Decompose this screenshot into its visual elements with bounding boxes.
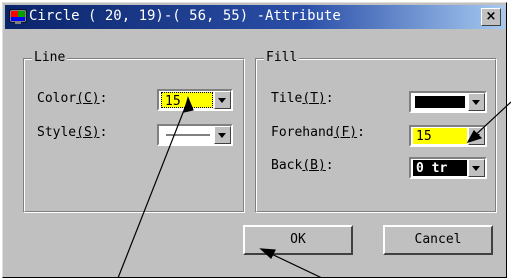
tile-select[interactable]	[409, 91, 487, 113]
forehand-value: 15	[413, 128, 467, 144]
style-select[interactable]	[157, 124, 233, 146]
cancel-button[interactable]: Cancel	[383, 225, 493, 255]
back-label: Back(B):	[271, 158, 334, 173]
back-value: 0 tr	[413, 160, 467, 176]
back-dropdown-arrow-icon[interactable]	[468, 159, 485, 177]
style-label: Style(S):	[37, 125, 108, 140]
tile-label: Tile(T):	[271, 91, 334, 106]
close-icon: ×	[485, 9, 497, 24]
tile-dropdown-arrow-icon[interactable]	[468, 93, 485, 111]
style-dropdown-arrow-icon[interactable]	[214, 126, 231, 144]
attribute-dialog: Circle ( 20, 19)-( 56, 55) -Attribute × …	[2, 2, 507, 278]
color-label: Color(C):	[37, 91, 108, 106]
color-dropdown-arrow-icon[interactable]	[214, 91, 231, 109]
color-value: 15	[161, 92, 213, 108]
forehand-label: Forehand(F):	[271, 125, 365, 140]
color-select[interactable]: 15	[157, 89, 233, 111]
dialog-title: Circle ( 20, 19)-( 56, 55) -Attribute	[29, 8, 341, 24]
fill-group-legend: Fill	[264, 50, 300, 65]
title-bar[interactable]: Circle ( 20, 19)-( 56, 55) -Attribute ×	[5, 5, 505, 29]
close-button[interactable]: ×	[481, 8, 501, 26]
ok-button[interactable]: OK	[243, 225, 353, 255]
back-select[interactable]: 0 tr	[409, 157, 487, 179]
forehand-select[interactable]: 15	[409, 125, 487, 147]
line-group-legend: Line	[32, 50, 68, 65]
app-icon	[9, 9, 27, 25]
style-line-swatch	[161, 127, 213, 143]
tile-swatch	[415, 96, 465, 108]
forehand-dropdown-arrow-icon[interactable]	[468, 127, 485, 145]
